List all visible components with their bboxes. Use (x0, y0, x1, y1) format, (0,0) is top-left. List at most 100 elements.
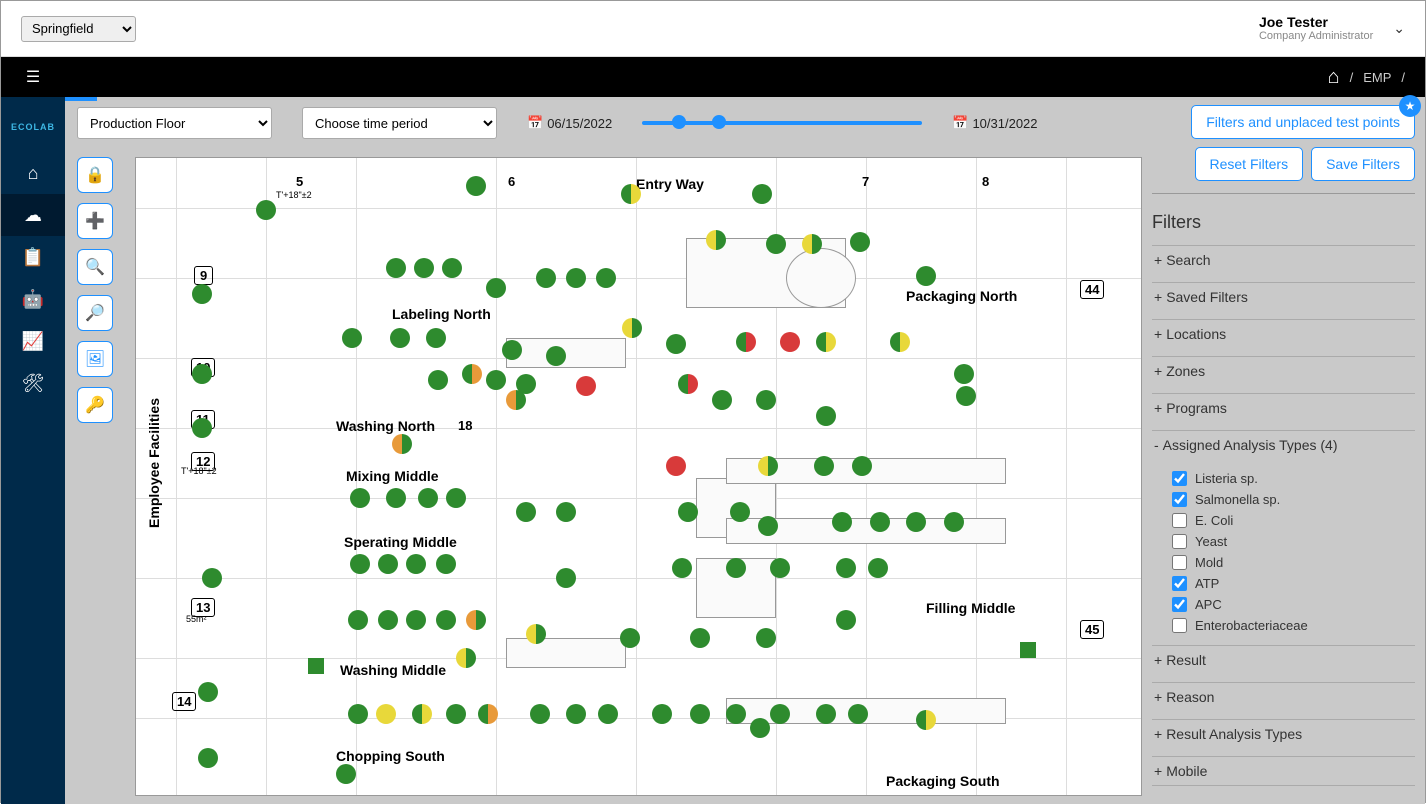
test-point[interactable] (406, 610, 426, 630)
test-point[interactable] (954, 364, 974, 384)
test-point[interactable] (756, 390, 776, 410)
test-point[interactable] (836, 610, 856, 630)
filter-programs[interactable]: +Programs (1152, 393, 1415, 422)
test-point[interactable] (848, 704, 868, 724)
test-point[interactable] (726, 704, 746, 724)
test-point[interactable] (336, 764, 356, 784)
test-point[interactable] (678, 502, 698, 522)
test-point[interactable] (620, 628, 640, 648)
check-ecoli[interactable]: E. Coli (1172, 513, 1415, 528)
nav-chart-icon[interactable]: 📈 (1, 320, 65, 362)
check-mold[interactable]: Mold (1172, 555, 1415, 570)
filter-zones[interactable]: +Zones (1152, 356, 1415, 385)
test-point[interactable] (956, 386, 976, 406)
test-point[interactable] (192, 418, 212, 438)
test-point[interactable] (852, 456, 872, 476)
check-entero[interactable]: Enterobacteriaceae (1172, 618, 1415, 633)
check-apc[interactable]: APC (1172, 597, 1415, 612)
test-point[interactable] (546, 346, 566, 366)
test-point[interactable] (916, 266, 936, 286)
lock-icon[interactable]: 🔒 (77, 157, 113, 193)
test-point[interactable] (666, 456, 686, 476)
date-slider[interactable] (642, 121, 922, 125)
user-menu[interactable]: Joe Tester Company Administrator ⌄ (1259, 14, 1405, 44)
filter-reason[interactable]: +Reason (1152, 682, 1415, 711)
test-point[interactable] (516, 374, 536, 394)
nav-robot-icon[interactable]: 🤖 (1, 278, 65, 320)
test-point[interactable] (870, 512, 890, 532)
test-point[interactable] (816, 332, 836, 352)
test-point[interactable] (816, 704, 836, 724)
test-point[interactable] (832, 512, 852, 532)
test-point[interactable] (378, 610, 398, 630)
test-point[interactable] (576, 376, 596, 396)
zoom-in-icon[interactable]: 🔍 (77, 249, 113, 285)
save-filters-button[interactable]: Save Filters (1311, 147, 1415, 181)
test-point[interactable] (502, 340, 522, 360)
test-point[interactable] (390, 328, 410, 348)
test-point[interactable] (456, 648, 476, 668)
check-atp[interactable]: ATP (1172, 576, 1415, 591)
test-point[interactable] (462, 364, 482, 384)
test-point[interactable] (916, 710, 936, 730)
reset-filters-button[interactable]: Reset Filters (1195, 147, 1304, 181)
test-point[interactable] (256, 200, 276, 220)
test-point[interactable] (598, 704, 618, 724)
test-point[interactable] (530, 704, 550, 724)
test-point[interactable] (350, 554, 370, 574)
filter-mobile[interactable]: +Mobile (1152, 756, 1415, 786)
test-point[interactable] (706, 230, 726, 250)
test-point[interactable] (526, 624, 546, 644)
test-point[interactable] (536, 268, 556, 288)
test-point[interactable] (622, 318, 642, 338)
floorplan[interactable]: Entry Way Packaging North Labeling North… (135, 157, 1142, 796)
home-icon[interactable]: ⌂ (1327, 66, 1339, 89)
test-point[interactable] (756, 628, 776, 648)
test-point[interactable] (436, 610, 456, 630)
test-point[interactable] (486, 370, 506, 390)
test-point[interactable] (758, 456, 778, 476)
test-point[interactable] (198, 682, 218, 702)
test-point[interactable] (621, 184, 641, 204)
test-point[interactable] (428, 370, 448, 390)
test-point-square[interactable] (1020, 642, 1036, 658)
location-select[interactable]: Springfield (21, 16, 136, 42)
filter-locations[interactable]: +Locations (1152, 319, 1415, 348)
test-point[interactable] (730, 502, 750, 522)
filter-saved[interactable]: +Saved Filters (1152, 282, 1415, 311)
test-point[interactable] (386, 488, 406, 508)
test-point[interactable] (414, 258, 434, 278)
breadcrumb-emp[interactable]: EMP (1363, 70, 1391, 85)
test-point[interactable] (348, 704, 368, 724)
image-icon[interactable]: 🖼 (77, 341, 113, 377)
test-point[interactable] (418, 488, 438, 508)
filter-search[interactable]: +Search (1152, 245, 1415, 274)
test-point[interactable] (652, 704, 672, 724)
check-yeast[interactable]: Yeast (1172, 534, 1415, 549)
test-point[interactable] (566, 704, 586, 724)
test-point[interactable] (750, 718, 770, 738)
test-point[interactable] (376, 704, 396, 724)
test-point[interactable] (442, 258, 462, 278)
test-point[interactable] (350, 488, 370, 508)
test-point[interactable] (672, 558, 692, 578)
test-point[interactable] (712, 390, 732, 410)
test-point[interactable] (556, 568, 576, 588)
nav-tools-icon[interactable]: 🛠 (1, 362, 65, 404)
test-point[interactable] (752, 184, 772, 204)
test-point[interactable] (412, 704, 432, 724)
zoom-out-icon[interactable]: 🔎 (77, 295, 113, 331)
filter-result[interactable]: +Result (1152, 645, 1415, 674)
nav-clipboard-icon[interactable]: 📋 (1, 236, 65, 278)
test-point[interactable] (478, 704, 498, 724)
test-point[interactable] (690, 628, 710, 648)
test-point-square[interactable] (308, 658, 324, 674)
test-point[interactable] (770, 558, 790, 578)
nav-home-icon[interactable]: ⌂ (1, 152, 65, 194)
test-point[interactable] (802, 234, 822, 254)
test-point[interactable] (426, 328, 446, 348)
test-point[interactable] (766, 234, 786, 254)
key-icon[interactable]: 🔑 (77, 387, 113, 423)
test-point[interactable] (446, 488, 466, 508)
test-point[interactable] (436, 554, 456, 574)
